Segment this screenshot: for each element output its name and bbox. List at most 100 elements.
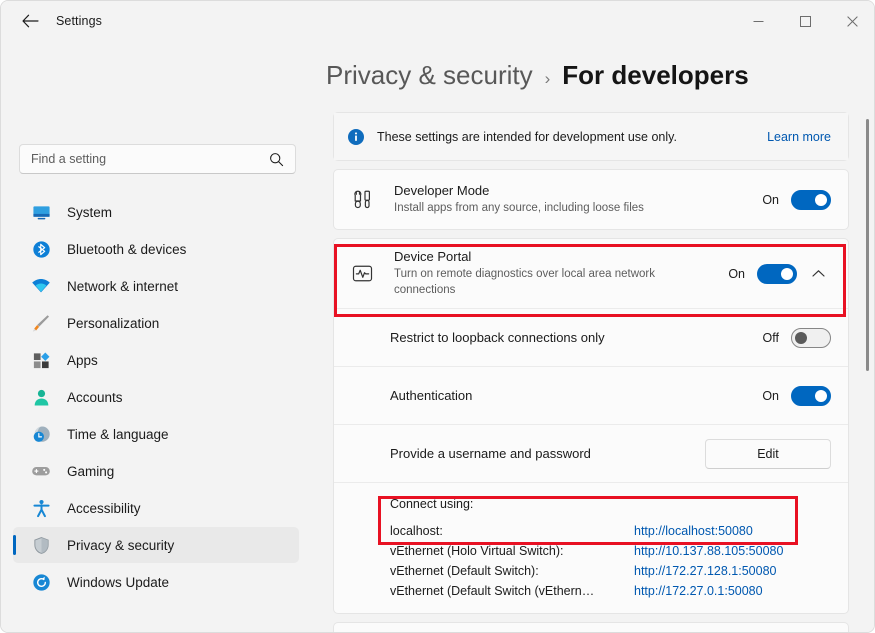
authentication-title: Authentication — [390, 388, 762, 403]
sidebar-item-label: Windows Update — [67, 575, 169, 590]
refresh-circle-icon — [29, 570, 53, 594]
connect-url-link[interactable]: http://172.27.128.1:50080 — [634, 561, 777, 581]
developer-mode-card: Developer Mode Install apps from any sou… — [333, 169, 849, 230]
device-portal-title: Device Portal — [394, 249, 718, 264]
connect-row: vEthernet (Default Switch): http://172.2… — [390, 561, 831, 581]
device-portal-toggle[interactable] — [757, 264, 797, 284]
close-icon — [847, 16, 858, 27]
maximize-icon — [800, 16, 811, 27]
credentials-row: Provide a username and password Edit — [334, 424, 848, 482]
monitor-icon — [29, 200, 53, 224]
edit-credentials-button[interactable]: Edit — [705, 439, 831, 469]
connect-row: localhost: http://localhost:50080 — [390, 521, 831, 541]
content-scrollbar[interactable] — [866, 119, 869, 371]
connect-row: vEthernet (Holo Virtual Switch): http://… — [390, 541, 831, 561]
info-banner-text: These settings are intended for developm… — [377, 130, 767, 144]
content-pane: Privacy & security › For developers Thes… — [311, 41, 875, 633]
authentication-toggle[interactable] — [791, 386, 831, 406]
page-title: For developers — [562, 60, 748, 91]
shield-icon — [29, 533, 53, 557]
sidebar-item-label: Network & internet — [67, 279, 178, 294]
sidebar-item-accessibility[interactable]: Accessibility — [13, 490, 299, 526]
settings-window: Settings — [0, 0, 875, 633]
info-banner-card: These settings are intended for developm… — [333, 112, 849, 161]
sidebar: System Bluetooth & devices — [1, 41, 311, 633]
connect-using-section: Connect using: localhost: http://localho… — [334, 482, 848, 613]
search-input[interactable] — [20, 152, 269, 166]
breadcrumb: Privacy & security › For developers — [326, 60, 749, 91]
sidebar-item-network-internet[interactable]: Network & internet — [13, 268, 299, 304]
accessibility-person-icon — [29, 496, 53, 520]
sidebar-item-label: Apps — [67, 353, 98, 368]
person-icon — [29, 385, 53, 409]
device-portal-card: Device Portal Turn on remote diagnostics… — [333, 238, 849, 614]
developer-mode-title: Developer Mode — [394, 183, 752, 198]
sidebar-item-personalization[interactable]: Personalization — [13, 305, 299, 341]
clock-globe-icon — [29, 422, 53, 446]
sidebar-item-accounts[interactable]: Accounts — [13, 379, 299, 415]
device-portal-description: Turn on remote diagnostics over local ar… — [394, 266, 694, 298]
search-box[interactable] — [19, 144, 296, 174]
settings-cards: These settings are intended for developm… — [333, 112, 849, 633]
breadcrumb-parent[interactable]: Privacy & security — [326, 60, 533, 91]
bluetooth-icon — [29, 237, 53, 261]
developer-mode-description: Install apps from any source, including … — [394, 200, 694, 216]
authentication-row[interactable]: Authentication On — [334, 366, 848, 424]
next-setting-card — [333, 622, 849, 633]
connect-url-link[interactable]: http://10.137.88.105:50080 — [634, 541, 783, 561]
close-button[interactable] — [829, 1, 875, 41]
maximize-button[interactable] — [782, 1, 829, 41]
gamepad-icon — [29, 459, 53, 483]
sidebar-item-label: Bluetooth & devices — [67, 242, 186, 257]
sidebar-item-system[interactable]: System — [13, 194, 299, 230]
connect-url-link[interactable]: http://localhost:50080 — [634, 521, 753, 541]
restrict-loopback-state-label: Off — [763, 331, 779, 345]
connect-adapter-name: vEthernet (Holo Virtual Switch): — [390, 541, 634, 561]
device-portal-text: Device Portal Turn on remote diagnostics… — [394, 249, 718, 298]
developer-mode-toggle[interactable] — [791, 190, 831, 210]
device-portal-control: On — [728, 261, 831, 287]
connect-url-link[interactable]: http://172.27.0.1:50080 — [634, 581, 763, 601]
developer-mode-row[interactable]: Developer Mode Install apps from any sou… — [334, 170, 848, 229]
back-arrow-icon — [22, 14, 39, 28]
sidebar-item-label: Gaming — [67, 464, 114, 479]
connect-adapter-name: vEthernet (Default Switch (vEthern… — [390, 581, 634, 601]
title-bar: Settings — [1, 1, 875, 41]
connect-using-heading: Connect using: — [390, 493, 831, 521]
info-banner: These settings are intended for developm… — [334, 113, 848, 160]
sidebar-item-time-language[interactable]: Time & language — [13, 416, 299, 452]
device-portal-row[interactable]: Device Portal Turn on remote diagnostics… — [334, 239, 848, 308]
sidebar-item-windows-update[interactable]: Windows Update — [13, 564, 299, 600]
sidebar-item-label: Personalization — [67, 316, 159, 331]
authentication-state-label: On — [762, 389, 779, 403]
credentials-title: Provide a username and password — [390, 446, 705, 461]
sidebar-item-bluetooth-devices[interactable]: Bluetooth & devices — [13, 231, 299, 267]
connect-row: vEthernet (Default Switch (vEthern… http… — [390, 581, 831, 601]
sidebar-item-label: Accessibility — [67, 501, 141, 516]
minimize-button[interactable] — [735, 1, 782, 41]
sidebar-nav: System Bluetooth & devices — [1, 193, 311, 601]
breadcrumb-separator-icon: › — [545, 69, 551, 89]
developer-mode-state-label: On — [762, 193, 779, 207]
sidebar-item-privacy-security[interactable]: Privacy & security — [13, 527, 299, 563]
sidebar-item-label: Time & language — [67, 427, 169, 442]
window-controls — [735, 1, 875, 41]
sidebar-item-label: Privacy & security — [67, 538, 174, 553]
sidebar-item-gaming[interactable]: Gaming — [13, 453, 299, 489]
search-icon — [269, 152, 284, 167]
restrict-loopback-toggle[interactable] — [791, 328, 831, 348]
back-button[interactable] — [13, 6, 47, 36]
sidebar-item-apps[interactable]: Apps — [13, 342, 299, 378]
minimize-icon — [753, 16, 764, 27]
paintbrush-icon — [29, 311, 53, 335]
chevron-up-icon — [812, 269, 825, 278]
tools-icon — [348, 186, 376, 214]
developer-mode-control: On — [762, 190, 831, 210]
developer-mode-text: Developer Mode Install apps from any sou… — [394, 183, 752, 216]
wifi-icon — [29, 274, 53, 298]
device-portal-expand-button[interactable] — [805, 261, 831, 287]
learn-more-link[interactable]: Learn more — [767, 130, 831, 144]
sidebar-item-label: System — [67, 205, 112, 220]
restrict-loopback-row[interactable]: Restrict to loopback connections only Of… — [334, 308, 848, 366]
app-title: Settings — [56, 14, 102, 28]
